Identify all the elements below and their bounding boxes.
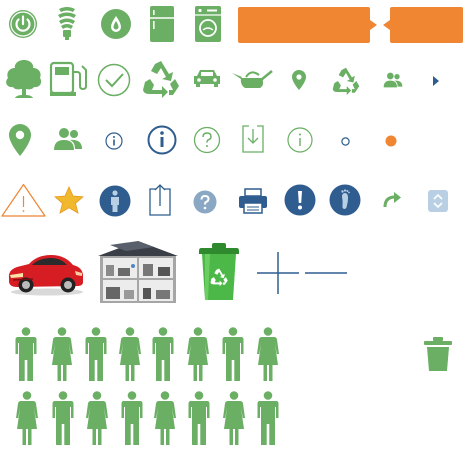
person-male-icon bbox=[188, 391, 210, 445]
trash-icon[interactable] bbox=[424, 337, 452, 371]
person-female-icon bbox=[51, 327, 73, 381]
person-female-icon bbox=[187, 327, 209, 381]
person-female-icon bbox=[86, 391, 108, 445]
person-female-icon bbox=[119, 327, 141, 381]
person-male-icon bbox=[85, 327, 107, 381]
person-female-icon bbox=[257, 327, 279, 381]
person-female-icon bbox=[16, 391, 38, 445]
person-male-icon bbox=[15, 327, 37, 381]
person-male-icon bbox=[257, 391, 279, 445]
person-female-icon bbox=[154, 391, 176, 445]
person-male-icon bbox=[121, 391, 143, 445]
person-male-icon bbox=[152, 327, 174, 381]
person-female-icon bbox=[223, 391, 245, 445]
person-male-icon bbox=[52, 391, 74, 445]
person-grid bbox=[0, 0, 470, 459]
person-male-icon bbox=[222, 327, 244, 381]
